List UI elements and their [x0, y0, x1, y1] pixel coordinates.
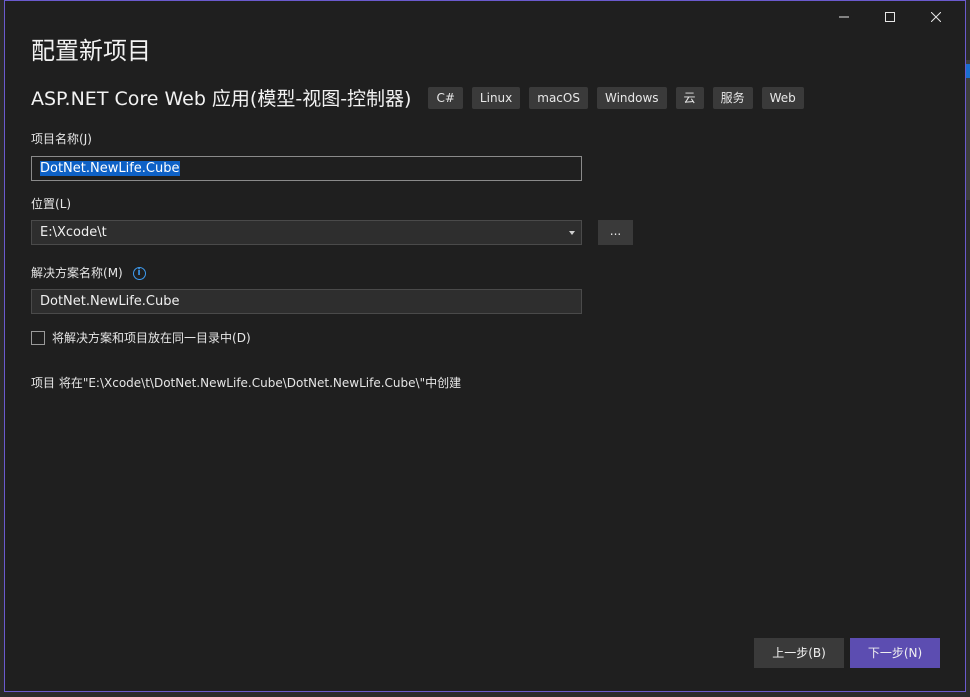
- background-window-edge: [966, 60, 970, 200]
- minimize-button[interactable]: [821, 5, 867, 29]
- back-button-accesskey: (B): [808, 646, 826, 660]
- minimize-icon: [839, 16, 849, 18]
- page-title: 配置新项目: [31, 37, 151, 65]
- info-icon[interactable]: i: [132, 267, 146, 280]
- project-name-accesskey: (J): [79, 132, 92, 146]
- template-row: ASP.NET Core Web 应用(模型-视图-控制器) C# Linux …: [31, 84, 813, 111]
- solution-name-input[interactable]: DotNet.NewLife.Cube: [31, 289, 582, 314]
- tag-csharp: C#: [428, 86, 463, 109]
- project-name-input[interactable]: DotNet.NewLife.Cube: [31, 156, 582, 181]
- next-button-label: 下一步: [867, 646, 904, 660]
- same-directory-checkbox[interactable]: [31, 330, 45, 345]
- tag-cloud: 云: [675, 86, 704, 109]
- back-button-label: 上一步: [772, 646, 809, 660]
- next-button[interactable]: 下一步(N): [850, 638, 940, 668]
- tag-macos: macOS: [529, 86, 588, 109]
- tag-windows: Windows: [596, 86, 667, 109]
- next-button-accesskey: (N): [903, 646, 923, 660]
- close-button[interactable]: [913, 5, 959, 29]
- close-icon: [931, 12, 941, 22]
- solution-name-value: DotNet.NewLife.Cube: [40, 294, 180, 309]
- location-accesskey: (L): [55, 197, 72, 211]
- back-button[interactable]: 上一步(B): [754, 638, 844, 668]
- maximize-icon: [885, 12, 895, 22]
- project-name-label-text: 项目名称: [31, 132, 80, 146]
- project-path-info: 项目 将在"E:\Xcode\t\DotNet.NewLife.Cube\Dot…: [31, 376, 462, 390]
- window-controls: [821, 5, 959, 29]
- tag-service: 服务: [712, 86, 753, 109]
- project-name-label: 项目名称(J): [31, 130, 92, 147]
- location-label: 位置(L): [31, 195, 71, 212]
- configure-project-dialog: 配置新项目 ASP.NET Core Web 应用(模型-视图-控制器) C# …: [4, 0, 966, 692]
- same-directory-option[interactable]: 将解决方案和项目放在同一目录中 (D): [31, 329, 251, 346]
- same-directory-accesskey: (D): [232, 330, 251, 345]
- location-combobox[interactable]: E:\Xcode\t: [31, 220, 582, 245]
- solution-name-label-text: 解决方案名称: [31, 266, 104, 280]
- location-value: E:\Xcode\t: [40, 225, 107, 240]
- solution-name-accesskey: (M): [103, 266, 123, 280]
- project-name-value: DotNet.NewLife.Cube: [40, 161, 180, 176]
- maximize-button[interactable]: [867, 5, 913, 29]
- browse-button[interactable]: ...: [598, 220, 633, 245]
- solution-name-label: 解决方案名称(M) i: [31, 264, 146, 281]
- tag-linux: Linux: [471, 86, 521, 109]
- tag-web: Web: [761, 86, 804, 109]
- location-label-text: 位置: [31, 197, 56, 211]
- chevron-down-icon[interactable]: [569, 231, 575, 235]
- same-directory-label: 将解决方案和项目放在同一目录中: [52, 331, 233, 345]
- template-name: ASP.NET Core Web 应用(模型-视图-控制器): [31, 88, 412, 110]
